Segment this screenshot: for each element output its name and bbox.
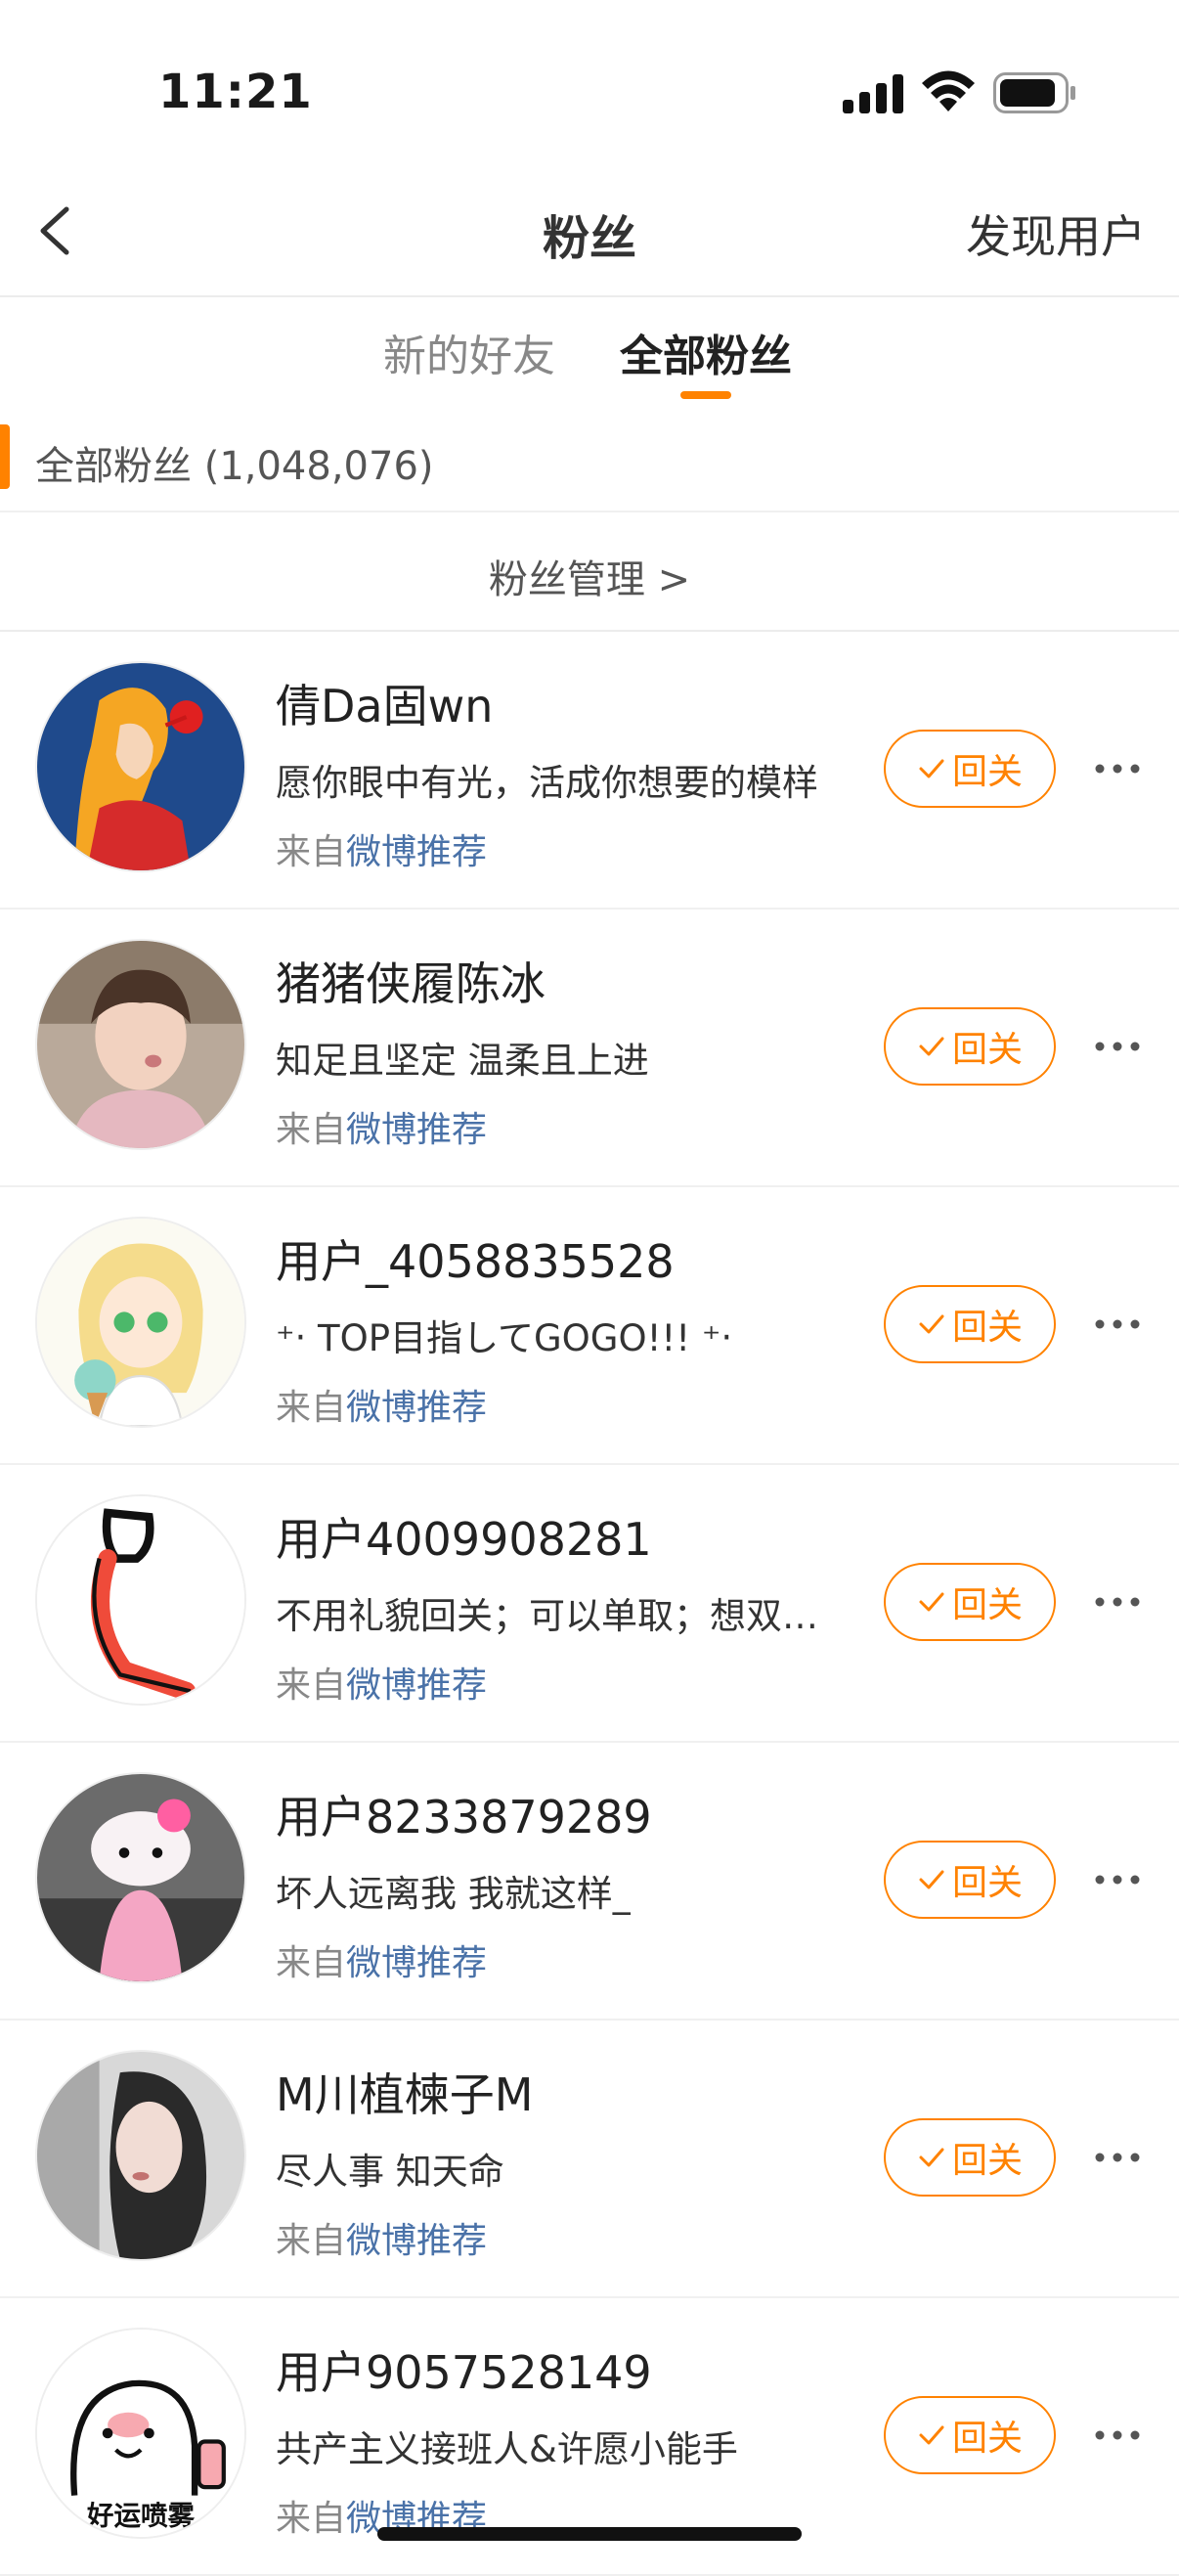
checkmark-icon — [919, 759, 944, 778]
more-options-icon[interactable] — [1093, 751, 1142, 786]
follow-back-label: 回关 — [951, 1030, 1023, 1070]
avatar[interactable] — [35, 1494, 246, 1706]
avatar-illustration-icon — [37, 663, 244, 870]
follow-back-button[interactable]: 回关 — [884, 1285, 1056, 1363]
checkmark-icon — [919, 2425, 944, 2445]
more-options-icon[interactable] — [1093, 1307, 1142, 1342]
source-link[interactable]: 微博推荐 — [346, 1110, 487, 1150]
avatar[interactable] — [35, 1217, 246, 1428]
list-item[interactable]: 倩Da固wn 愿你眼中有光，活成你想要的模样 来自微博推荐 回关 — [0, 632, 1179, 910]
tab-all-fans[interactable]: 全部粉丝 — [620, 321, 792, 383]
fan-bio: ⁺‧ TOP目指してGOGO!!! ⁺‧ — [276, 1317, 733, 1359]
checkmark-icon — [919, 1870, 944, 1889]
discover-users-button[interactable]: 发现用户 — [966, 201, 1146, 266]
active-tab-indicator — [680, 391, 731, 399]
follow-back-label: 回关 — [951, 2419, 1023, 2459]
fan-source: 来自微博推荐 — [276, 1110, 488, 1150]
fan-source: 来自微博推荐 — [276, 1666, 488, 1706]
fan-bio: 知足且坚定 温柔且上进 — [276, 1040, 649, 1082]
section-accent-bar — [0, 424, 10, 489]
source-link[interactable]: 微博推荐 — [346, 1666, 487, 1706]
fan-source: 来自微博推荐 — [276, 1943, 488, 1983]
fan-source: 来自微博推荐 — [276, 832, 488, 872]
fan-name[interactable]: 用户9057528149 — [276, 2337, 652, 2402]
more-options-icon[interactable] — [1093, 1029, 1142, 1064]
section-header: 全部粉丝 (1,048,076) — [0, 424, 1179, 512]
follow-back-label: 回关 — [951, 1308, 1023, 1348]
section-label: 全部粉丝 (1,048,076) — [35, 444, 434, 489]
more-options-icon[interactable] — [1093, 1584, 1142, 1620]
avatar[interactable] — [35, 661, 246, 872]
fan-bio: 尽人事 知天命 — [276, 2151, 504, 2193]
avatar[interactable] — [35, 2050, 246, 2261]
fan-source: 来自微博推荐 — [276, 1388, 488, 1428]
status-bar: 11:21 — [0, 0, 1179, 166]
fan-bio: 坏人远离我 我就这样_ — [276, 1873, 632, 1915]
follow-back-label: 回关 — [951, 1863, 1023, 1903]
fan-name[interactable]: 倩Da固wn — [276, 671, 493, 735]
tab-new-friends[interactable]: 新的好友 — [383, 321, 555, 383]
home-indicator[interactable] — [377, 2527, 802, 2541]
avatar-cartoon-icon: 好运喷雾 — [37, 2330, 244, 2537]
follow-back-button[interactable]: 回关 — [884, 2118, 1056, 2197]
avatar-photo-icon — [37, 941, 244, 1148]
fan-name[interactable]: 用户_4058835528 — [276, 1226, 675, 1291]
fan-management-link[interactable]: 粉丝管理 > — [0, 512, 1179, 632]
follow-back-button[interactable]: 回关 — [884, 1841, 1056, 1919]
fan-bio: 共产主义接班人&许愿小能手 — [276, 2428, 738, 2470]
fan-bio: 不用礼貌回关；可以单取；想双关的话 — [276, 1595, 843, 1637]
fan-name[interactable]: 用户4009908281 — [276, 1504, 652, 1569]
avatar-glasses-icon — [37, 1496, 244, 1704]
checkmark-icon — [919, 1037, 944, 1056]
avatar-anime-icon — [37, 1219, 244, 1426]
cellular-signal-icon — [843, 74, 903, 113]
avatar-caption: 好运喷雾 — [86, 2500, 196, 2531]
avatar-photo-icon — [37, 2052, 244, 2259]
tab-bar: 新的好友 全部粉丝 — [0, 297, 1179, 413]
battery-icon — [993, 72, 1075, 113]
follow-back-button[interactable]: 回关 — [884, 1563, 1056, 1641]
fan-name[interactable]: 猪猪侠履陈冰 — [276, 949, 546, 1013]
status-time: 11:21 — [158, 65, 313, 119]
avatar[interactable] — [35, 1772, 246, 1983]
list-item[interactable]: 用户4009908281 不用礼貌回关；可以单取；想双关的话 来自微博推荐 回关 — [0, 1465, 1179, 1743]
checkmark-icon — [919, 1314, 944, 1334]
checkmark-icon — [919, 2148, 944, 2167]
source-link[interactable]: 微博推荐 — [346, 2221, 487, 2261]
avatar[interactable]: 好运喷雾 — [35, 2328, 246, 2539]
source-link[interactable]: 微博推荐 — [346, 1388, 487, 1428]
more-options-icon[interactable] — [1093, 2140, 1142, 2175]
list-item[interactable]: 猪猪侠履陈冰 知足且坚定 温柔且上进 来自微博推荐 回关 — [0, 910, 1179, 1187]
list-item[interactable]: M川植楝子M 尽人事 知天命 来自微博推荐 回关 — [0, 2021, 1179, 2298]
fan-management-label: 粉丝管理 > — [488, 557, 691, 602]
fan-name[interactable]: M川植楝子M — [276, 2060, 533, 2124]
list-item[interactable]: 用户8233879289 坏人远离我 我就这样_ 来自微博推荐 回关 — [0, 1743, 1179, 2021]
follow-back-label: 回关 — [951, 1585, 1023, 1625]
follow-back-button[interactable]: 回关 — [884, 1007, 1056, 1086]
navigation-bar: 粉丝 发现用户 — [0, 166, 1179, 297]
wifi-icon — [922, 70, 975, 111]
follow-back-label: 回关 — [951, 2141, 1023, 2181]
more-options-icon[interactable] — [1093, 2418, 1142, 2453]
fan-name[interactable]: 用户8233879289 — [276, 1782, 652, 1846]
follow-back-label: 回关 — [951, 752, 1023, 792]
more-options-icon[interactable] — [1093, 1862, 1142, 1897]
avatar[interactable] — [35, 939, 246, 1150]
source-link[interactable]: 微博推荐 — [346, 832, 487, 872]
source-link[interactable]: 微博推荐 — [346, 1943, 487, 1983]
avatar-hello-kitty-icon — [37, 1774, 244, 1981]
follow-back-button[interactable]: 回关 — [884, 730, 1056, 808]
follow-back-button[interactable]: 回关 — [884, 2396, 1056, 2474]
fan-bio: 愿你眼中有光，活成你想要的模样 — [276, 762, 818, 804]
list-item[interactable]: 用户_4058835528 ⁺‧ TOP目指してGOGO!!! ⁺‧ 来自微博推… — [0, 1187, 1179, 1465]
checkmark-icon — [919, 1592, 944, 1612]
fan-source: 来自微博推荐 — [276, 2221, 488, 2261]
